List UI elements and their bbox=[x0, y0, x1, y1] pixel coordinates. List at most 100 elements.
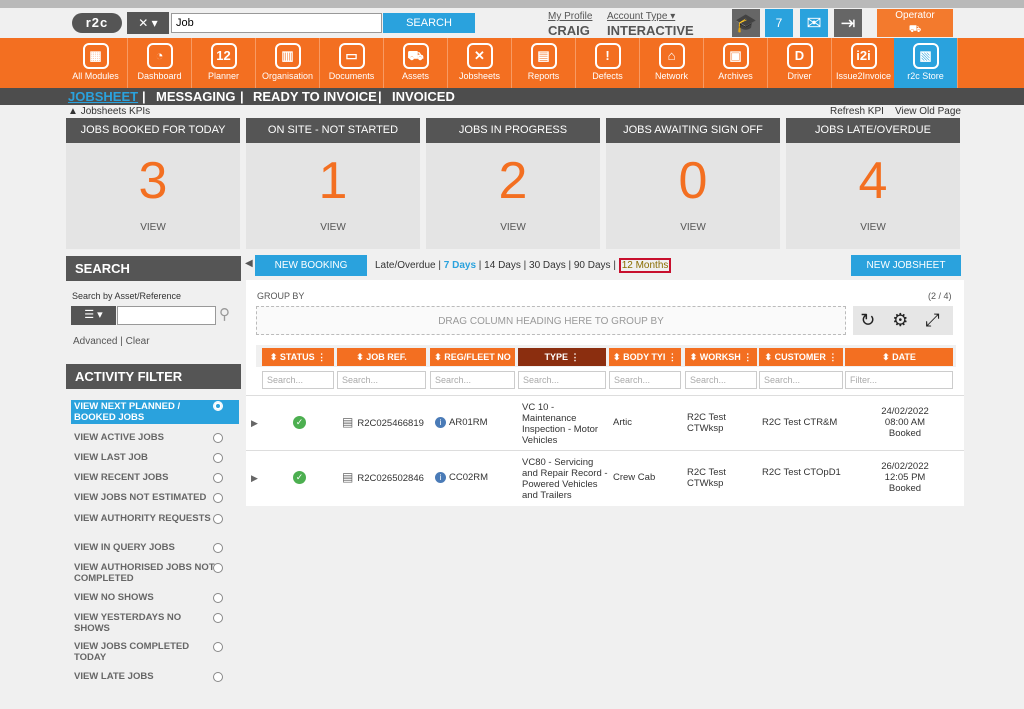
kpi-view-link[interactable]: VIEW bbox=[606, 222, 780, 233]
column-header[interactable]: ⬍ JOB REF. bbox=[337, 348, 426, 366]
nav-issue2invoice[interactable]: i2i Issue2Invoice bbox=[832, 38, 896, 88]
column-filter-input[interactable]: Search... bbox=[518, 371, 606, 389]
my-profile-link[interactable]: My Profile bbox=[548, 11, 592, 22]
column-header[interactable]: ⬍ STATUS ⋮ bbox=[262, 348, 334, 366]
table-row[interactable]: ▶ ✓ ▤ R2C026502846 i CC02RM VC80 - Servicing a… bbox=[246, 450, 964, 506]
activity-filter-item[interactable]: VIEW AUTHORITY REQUESTS bbox=[71, 513, 239, 524]
clear-link[interactable]: Clear bbox=[126, 336, 150, 347]
range-option[interactable]: 30 Days bbox=[529, 260, 566, 271]
kpi-card[interactable]: ON SITE - NOT STARTED 1 VIEW bbox=[246, 118, 420, 249]
column-header[interactable]: ⬍ WORKSH ⋮ bbox=[685, 348, 757, 366]
kpi-view-link[interactable]: VIEW bbox=[246, 222, 420, 233]
radio-button[interactable] bbox=[213, 563, 223, 573]
tools-menu-button[interactable]: ✕ ▾ bbox=[127, 12, 169, 34]
radio-button[interactable] bbox=[213, 433, 223, 443]
tab-ready-to-invoice[interactable]: READY TO INVOICE bbox=[253, 88, 377, 105]
activity-filter-item[interactable]: VIEW IN QUERY JOBS bbox=[71, 542, 239, 553]
column-header[interactable]: ⬍ CUSTOMER ⋮ bbox=[759, 348, 843, 366]
tab-messaging[interactable]: MESSAGING bbox=[156, 88, 235, 105]
nav-defects[interactable]: ! Defects bbox=[576, 38, 640, 88]
activity-filter-item[interactable]: VIEW ACTIVE JOBS bbox=[71, 432, 239, 443]
radio-button[interactable] bbox=[213, 473, 223, 483]
new-booking-button[interactable]: NEW BOOKING bbox=[255, 255, 367, 276]
job-ref-cell[interactable]: ▤ R2C025466819 bbox=[342, 416, 424, 429]
nav-planner[interactable]: 12 Planner bbox=[192, 38, 256, 88]
radio-button[interactable] bbox=[213, 543, 223, 553]
info-icon[interactable]: i bbox=[435, 472, 446, 483]
range-option[interactable]: 7 Days bbox=[444, 260, 476, 271]
grid-tools[interactable]: ↻ ⚙ ⤢ bbox=[853, 306, 953, 335]
reg-cell[interactable]: i AR01RM bbox=[435, 417, 488, 428]
activity-filter-item[interactable]: VIEW JOBS NOT ESTIMATED bbox=[71, 492, 239, 503]
column-filter-input[interactable]: Search... bbox=[430, 371, 515, 389]
search-icon[interactable]: ⚲ bbox=[219, 305, 230, 323]
column-filter-input[interactable]: Search... bbox=[759, 371, 843, 389]
global-search-button[interactable]: SEARCH bbox=[383, 13, 475, 33]
refresh-kpi-link[interactable]: Refresh KPI bbox=[830, 106, 884, 117]
activity-filter-item[interactable]: VIEW JOBS COMPLETED TODAY bbox=[71, 641, 239, 663]
mail-icon[interactable]: ✉ bbox=[800, 9, 828, 37]
activity-filter-item[interactable]: VIEW LATE JOBS bbox=[71, 671, 239, 682]
nav-dashboard[interactable]: ◔ Dashboard bbox=[128, 38, 192, 88]
asset-search-input[interactable] bbox=[117, 306, 216, 325]
radio-button[interactable] bbox=[213, 453, 223, 463]
kpi-card[interactable]: JOBS IN PROGRESS 2 VIEW bbox=[426, 118, 600, 249]
expand-row-icon[interactable]: ▶ bbox=[251, 473, 258, 484]
radio-button[interactable] bbox=[213, 514, 223, 524]
expand-row-icon[interactable]: ▶ bbox=[251, 418, 258, 429]
kpi-view-link[interactable]: VIEW bbox=[426, 222, 600, 233]
nav-all-modules[interactable]: ▦ All Modules bbox=[64, 38, 128, 88]
column-filter-input[interactable]: Filter... bbox=[845, 371, 953, 389]
nav-reports[interactable]: ▤ Reports bbox=[512, 38, 576, 88]
group-by-drop-zone[interactable]: DRAG COLUMN HEADING HERE TO GROUP BY bbox=[256, 306, 846, 335]
job-ref-cell[interactable]: ▤ R2C026502846 bbox=[342, 471, 424, 484]
range-option[interactable]: 12 Months bbox=[618, 258, 672, 273]
logout-icon[interactable]: ⇥ bbox=[834, 9, 862, 37]
kpi-card[interactable]: JOBS LATE/OVERDUE 4 VIEW bbox=[786, 118, 960, 249]
asset-search-type-dropdown[interactable]: ☰ ▾ bbox=[71, 306, 116, 325]
operator-badge[interactable]: Operator ⛟ bbox=[877, 9, 953, 37]
kpi-toggle[interactable]: ▲ Jobsheets KPIs bbox=[68, 106, 150, 117]
nav-archives[interactable]: ▣ Archives bbox=[704, 38, 768, 88]
table-row[interactable]: ▶ ✓ ▤ R2C025466819 i AR01RM VC 10 - Maintenanc… bbox=[246, 395, 964, 451]
range-option[interactable]: Late/Overdue bbox=[375, 260, 436, 271]
column-filter-input[interactable]: Search... bbox=[685, 371, 757, 389]
nav-assets[interactable]: ⛟ Assets bbox=[384, 38, 448, 88]
kpi-view-link[interactable]: VIEW bbox=[786, 222, 960, 233]
global-search-input[interactable] bbox=[171, 13, 382, 33]
column-filter-input[interactable]: Search... bbox=[262, 371, 334, 389]
tab-invoiced[interactable]: INVOICED bbox=[392, 88, 455, 105]
nav-organisation[interactable]: ▥ Organisation bbox=[256, 38, 320, 88]
kpi-card[interactable]: JOBS AWAITING SIGN OFF 0 VIEW bbox=[606, 118, 780, 249]
nav-documents[interactable]: ▭ Documents bbox=[320, 38, 384, 88]
r2c-logo[interactable]: r2c bbox=[72, 13, 122, 33]
kpi-view-link[interactable]: VIEW bbox=[66, 222, 240, 233]
activity-filter-item[interactable]: VIEW RECENT JOBS bbox=[71, 472, 239, 483]
nav-jobsheets[interactable]: ✕ Jobsheets bbox=[448, 38, 512, 88]
activity-filter-item[interactable]: VIEW NEXT PLANNED / BOOKED JOBS bbox=[71, 400, 239, 424]
nav-driver[interactable]: D Driver bbox=[768, 38, 832, 88]
radio-button[interactable] bbox=[213, 672, 223, 682]
activity-filter-item[interactable]: VIEW AUTHORISED JOBS NOT COMPLETED bbox=[71, 562, 239, 584]
info-icon[interactable]: i bbox=[435, 417, 446, 428]
kpi-card[interactable]: JOBS BOOKED FOR TODAY 3 VIEW bbox=[66, 118, 240, 249]
column-header[interactable]: ⬍ BODY TYI ⋮ bbox=[609, 348, 681, 366]
column-filter-input[interactable]: Search... bbox=[609, 371, 681, 389]
view-old-page-link[interactable]: View Old Page bbox=[895, 106, 961, 117]
radio-button[interactable] bbox=[213, 401, 223, 411]
radio-button[interactable] bbox=[213, 493, 223, 503]
column-header[interactable]: ⬍ REG/FLEET NO bbox=[430, 348, 515, 366]
nav-r2c-store[interactable]: ▧ r2c Store bbox=[894, 38, 958, 88]
new-jobsheet-button[interactable]: NEW JOBSHEET bbox=[851, 255, 961, 276]
tab-jobsheet[interactable]: JOBSHEET bbox=[68, 88, 138, 105]
activity-filter-item[interactable]: VIEW LAST JOB bbox=[71, 452, 239, 463]
column-filter-input[interactable]: Search... bbox=[337, 371, 426, 389]
nav-network[interactable]: ⌂ Network bbox=[640, 38, 704, 88]
activity-filter-item[interactable]: VIEW NO SHOWS bbox=[71, 592, 239, 603]
graduation-cap-icon[interactable]: 🎓 bbox=[732, 9, 760, 37]
activity-filter-item[interactable]: VIEW YESTERDAYS NO SHOWS bbox=[71, 612, 239, 634]
range-option[interactable]: 14 Days bbox=[484, 260, 521, 271]
range-option[interactable]: 90 Days bbox=[574, 260, 611, 271]
column-header[interactable]: ⬍ DATE bbox=[845, 348, 953, 366]
notifications-icon[interactable]: 7 bbox=[765, 9, 793, 37]
